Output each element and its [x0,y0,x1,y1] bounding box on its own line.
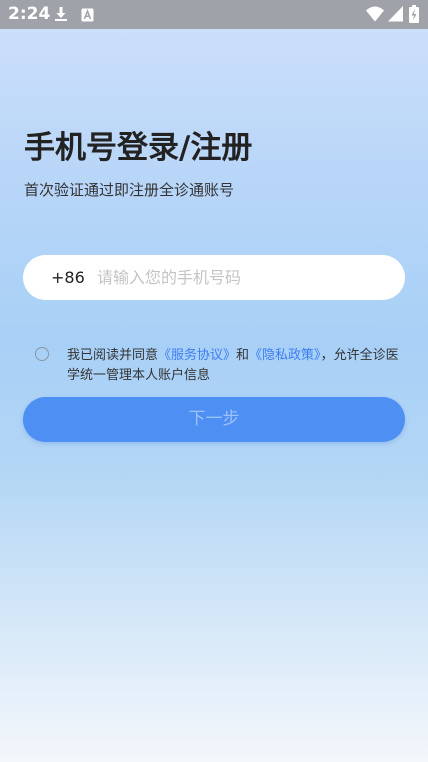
download-icon [54,6,68,26]
agreement-checkbox[interactable] [35,347,49,361]
page-subtitle: 首次验证通过即注册全诊通账号 [24,181,235,199]
phone-input-field: +86 [23,255,405,300]
page-title: 手机号登录/注册 [24,130,253,166]
battery-charging-icon [409,5,419,27]
status-time: 2:24 [8,4,51,24]
signal-icon [388,6,403,26]
agreement-text: 我已阅读并同意《服务协议》和《隐私政策》，允许全诊医学统一管理本人账户信息 [67,346,407,386]
next-step-button[interactable]: 下一步 [23,397,405,442]
country-code-selector[interactable]: +86 [51,267,85,288]
status-bar: 2:24 [0,0,428,29]
agreement-prefix: 我已阅读并同意 [67,348,159,363]
wifi-icon [366,6,384,26]
privacy-policy-link[interactable]: 《隐私政策》 [249,348,321,363]
keyboard-a-icon [81,7,94,26]
phone-number-input[interactable] [95,261,387,294]
service-agreement-link[interactable]: 《服务协议》 [158,348,236,363]
agreement-and: 和 [236,348,250,363]
